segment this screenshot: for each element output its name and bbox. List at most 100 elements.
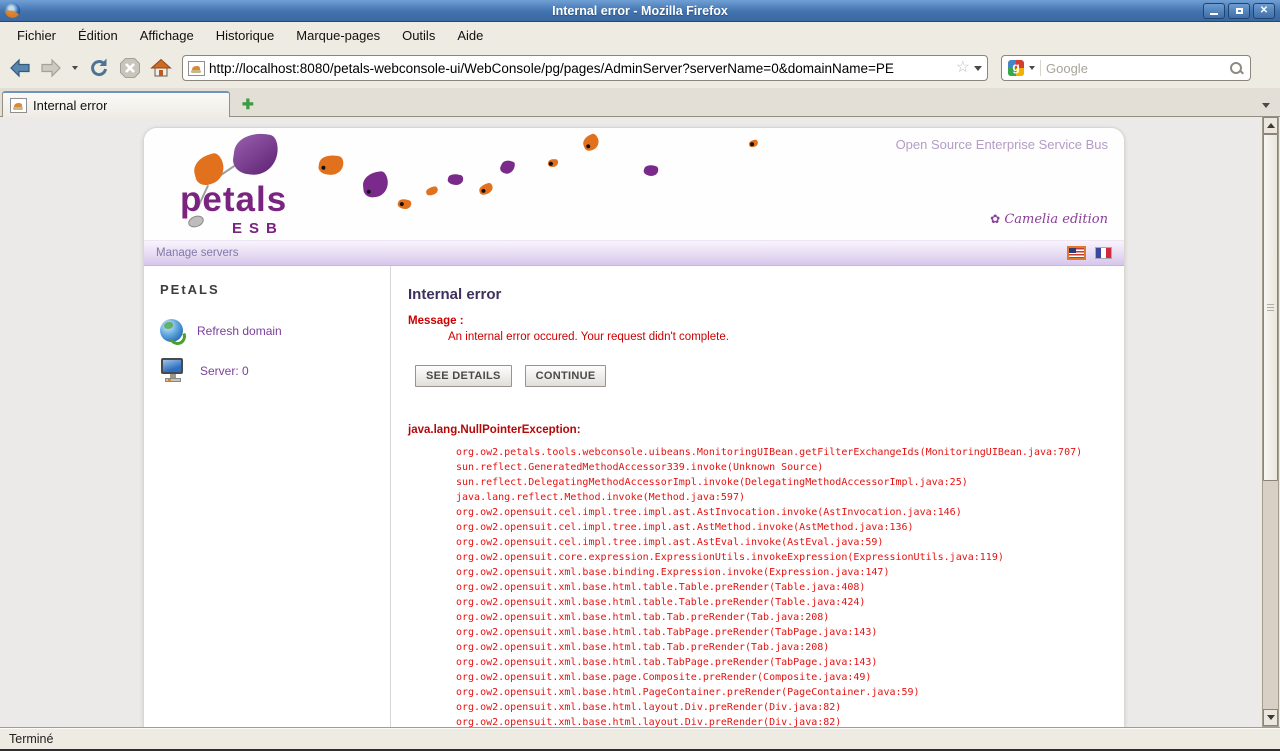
petal-decoration [581, 133, 601, 153]
status-bar: Terminé [0, 727, 1280, 749]
stack-trace-line: org.ow2.opensuit.xml.base.binding.Expres… [456, 565, 1104, 580]
stack-trace-line: org.ow2.opensuit.xml.base.html.table.Tab… [456, 580, 1104, 595]
fr-flag-icon[interactable] [1095, 247, 1112, 259]
stack-trace-line: org.ow2.opensuit.cel.impl.tree.impl.ast.… [456, 520, 1104, 535]
search-engine-dropdown-icon[interactable] [1029, 66, 1035, 70]
scroll-down-button[interactable] [1263, 709, 1278, 726]
sidebar: PEtALS Refresh domain Server: 0 [144, 266, 391, 727]
reload-icon [87, 56, 111, 80]
main-content: Internal error Message : An internal err… [391, 266, 1124, 727]
stack-trace-line: org.ow2.opensuit.xml.base.html.tab.Tab.p… [456, 610, 1104, 625]
site-header: petals ESB Open Source Enterprise Servic… [144, 128, 1124, 240]
petals-page-panel: petals ESB Open Source Enterprise Servic… [143, 127, 1125, 727]
tab-list-dropdown-icon[interactable] [1262, 103, 1270, 108]
maximize-button[interactable] [1228, 3, 1250, 19]
stack-trace-line: org.ow2.opensuit.xml.base.html.tab.TabPa… [456, 625, 1104, 640]
petal-decoration [643, 163, 659, 177]
nav-manage-servers[interactable]: Manage servers [156, 247, 238, 259]
globe-refresh-icon [160, 319, 183, 342]
petal-decoration [317, 153, 344, 177]
petal-decoration [397, 197, 413, 211]
forward-button[interactable] [37, 53, 65, 83]
back-forward-dropdown[interactable] [68, 53, 82, 83]
sidebar-title: PEtALS [160, 282, 390, 297]
stack-trace-line: org.ow2.opensuit.xml.base.page.Composite… [456, 670, 1104, 685]
petal-decoration [425, 186, 438, 196]
tab-internal-error[interactable]: Internal error [2, 91, 230, 117]
menu-outils[interactable]: Outils [391, 25, 446, 46]
reload-button[interactable] [85, 53, 113, 83]
menu-edition[interactable]: Édition [67, 25, 129, 46]
stack-trace-line: org.ow2.opensuit.cel.impl.tree.impl.ast.… [456, 535, 1104, 550]
status-text: Terminé [9, 732, 53, 746]
stack-trace: org.ow2.petals.tools.webconsole.uibeans.… [408, 445, 1104, 727]
search-magnifier-icon[interactable] [1228, 60, 1244, 76]
url-bar[interactable]: http://localhost:8080/petals-webconsole-… [182, 55, 988, 81]
url-input[interactable]: http://localhost:8080/petals-webconsole-… [209, 61, 952, 76]
site-tagline: Open Source Enterprise Service Bus [896, 137, 1108, 152]
google-logo-icon [1008, 60, 1024, 76]
message-label: Message : [408, 315, 1104, 327]
menubar: Fichier Édition Affichage Historique Mar… [0, 22, 1280, 48]
back-button[interactable] [6, 53, 34, 83]
server-link[interactable]: Server: 0 [200, 364, 249, 378]
stack-trace-line: java.lang.reflect.Method.invoke(Method.j… [456, 490, 1104, 505]
page-content: PEtALS Refresh domain Server: 0 Internal… [144, 266, 1124, 727]
separator [1040, 60, 1041, 76]
scrollbar-thumb[interactable] [1263, 134, 1278, 481]
stack-trace-line: org.ow2.opensuit.cel.impl.tree.impl.ast.… [456, 505, 1104, 520]
firefox-window: Internal error - Mozilla Firefox ✕ Fichi… [0, 0, 1280, 750]
petal-decoration [447, 172, 464, 186]
us-flag-icon[interactable] [1067, 246, 1086, 260]
exception-title: java.lang.NullPointerException: [408, 424, 1104, 436]
search-input[interactable]: Google [1046, 61, 1223, 76]
menu-aide[interactable]: Aide [446, 25, 494, 46]
stack-trace-line: sun.reflect.DelegatingMethodAccessorImpl… [456, 475, 1104, 490]
see-details-button[interactable]: SEE DETAILS [415, 365, 512, 387]
home-button[interactable] [147, 53, 175, 83]
menu-marque-pages[interactable]: Marque-pages [285, 25, 391, 46]
petal-decoration [478, 182, 494, 196]
menu-historique[interactable]: Historique [205, 25, 286, 46]
bookmark-star-icon[interactable]: ☆ [956, 60, 970, 76]
vertical-scrollbar[interactable] [1262, 117, 1279, 727]
tab-label: Internal error [33, 98, 107, 113]
minimize-icon [1210, 13, 1218, 15]
search-bar[interactable]: Google [1001, 55, 1251, 81]
triangle-up-icon [1267, 123, 1275, 128]
new-tab-button[interactable]: ✚ [242, 97, 254, 111]
back-icon [8, 56, 32, 80]
edition-text: Camelia edition [1004, 212, 1108, 227]
minimize-button[interactable] [1203, 3, 1225, 19]
continue-button[interactable]: CONTINUE [525, 365, 607, 387]
scroll-up-button[interactable] [1263, 117, 1278, 134]
stack-trace-line: org.ow2.opensuit.xml.base.html.tab.TabPa… [456, 655, 1104, 670]
flower-icon: ✿ [990, 212, 1000, 226]
server-computer-icon [160, 358, 186, 384]
logo-subtitle: ESB [232, 220, 284, 237]
browser-viewport: petals ESB Open Source Enterprise Servic… [0, 117, 1280, 727]
sidebar-item-refresh-domain[interactable]: Refresh domain [160, 319, 390, 342]
edition-label: ✿ Camelia edition [990, 212, 1108, 227]
navigation-toolbar: http://localhost:8080/petals-webconsole-… [0, 48, 1280, 88]
stack-trace-line: org.ow2.opensuit.xml.base.html.table.Tab… [456, 595, 1104, 610]
message-text: An internal error occured. Your request … [408, 331, 1104, 343]
url-dropdown-icon[interactable] [974, 66, 982, 71]
stop-icon [118, 56, 142, 80]
triangle-down-icon [1267, 715, 1275, 720]
refresh-domain-link[interactable]: Refresh domain [197, 324, 282, 338]
sidebar-item-server[interactable]: Server: 0 [160, 358, 390, 384]
logo-text: petals [180, 180, 287, 220]
stack-trace-line: org.ow2.opensuit.xml.base.html.layout.Di… [456, 715, 1104, 727]
menu-fichier[interactable]: Fichier [6, 25, 67, 46]
petal-decoration [362, 171, 389, 198]
petal-decoration [548, 158, 559, 167]
page-favicon-icon [188, 61, 205, 76]
petal-decoration [749, 139, 759, 147]
menu-affichage[interactable]: Affichage [129, 25, 205, 46]
stop-button[interactable] [116, 53, 144, 83]
tab-favicon-icon [10, 98, 27, 113]
close-button[interactable]: ✕ [1253, 3, 1275, 19]
logo-petal-purple [231, 130, 279, 178]
stack-trace-line: org.ow2.petals.tools.webconsole.uibeans.… [456, 445, 1104, 460]
